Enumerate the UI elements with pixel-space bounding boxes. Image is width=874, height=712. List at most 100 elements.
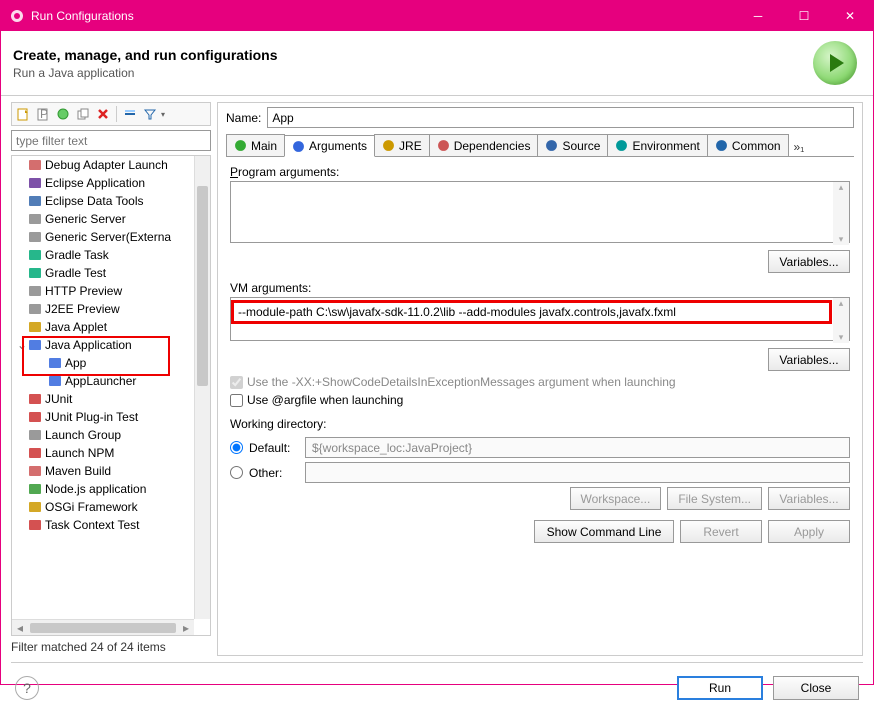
tree-item-label: JUnit	[45, 392, 72, 406]
tree-item-label: OSGi Framework	[45, 500, 138, 514]
scrollbar-icon[interactable]: ▴▾	[833, 182, 849, 245]
filter-input[interactable]	[11, 130, 211, 151]
tree-item-label: Launch Group	[45, 428, 121, 442]
tree-item-label: Generic Server	[45, 212, 126, 226]
tree-item-label: Node.js application	[45, 482, 146, 496]
export-icon[interactable]	[54, 105, 72, 123]
tree-item-label: JUnit Plug-in Test	[45, 410, 138, 424]
tree-item-label: Gradle Test	[45, 266, 106, 280]
duplicate-icon[interactable]	[74, 105, 92, 123]
run-banner-icon	[813, 41, 857, 85]
tab-source[interactable]: Source	[537, 134, 608, 156]
tree-item-label: Java Applet	[45, 320, 107, 334]
argfile-checkbox-row[interactable]: Use @argfile when launching	[230, 393, 850, 407]
wd-default-value	[305, 437, 850, 458]
close-button[interactable]: Close	[773, 676, 859, 700]
program-args-textarea[interactable]	[230, 181, 850, 243]
tree-item[interactable]: Generic Server(Externa	[12, 228, 194, 246]
tab-overflow[interactable]: »₁	[788, 138, 811, 156]
tab-label: Arguments	[309, 139, 367, 153]
config-tree[interactable]: Debug Adapter Launch Eclipse Application E…	[11, 155, 211, 636]
tab-label: JRE	[399, 139, 422, 153]
tree-item[interactable]: Task Context Test	[12, 516, 194, 534]
tab-arguments[interactable]: Arguments	[284, 135, 375, 157]
tree-item-label: Debug Adapter Launch	[45, 158, 168, 172]
wd-other-radio[interactable]	[230, 466, 243, 479]
new-config-icon[interactable]	[14, 105, 32, 123]
tree-item[interactable]: Gradle Test	[12, 264, 194, 282]
tab-common[interactable]: Common	[707, 134, 789, 156]
tab-environment[interactable]: Environment	[607, 134, 707, 156]
run-button[interactable]: Run	[677, 676, 763, 700]
tree-item-label: Eclipse Application	[45, 176, 145, 190]
tab-dependencies[interactable]: Dependencies	[429, 134, 539, 156]
tree-item[interactable]: AppLauncher	[12, 372, 194, 390]
tree-item-label: HTTP Preview	[45, 284, 122, 298]
wd-other-value	[305, 462, 850, 483]
filter-status: Filter matched 24 of 24 items	[11, 636, 211, 656]
workspace-button: Workspace...	[570, 487, 662, 510]
eclipse-icon	[9, 8, 25, 24]
tree-item[interactable]: Eclipse Application	[12, 174, 194, 192]
name-input[interactable]	[267, 107, 854, 128]
new-proto-icon[interactable]: P	[34, 105, 52, 123]
tree-item[interactable]: HTTP Preview	[12, 282, 194, 300]
tab-label: Source	[562, 139, 600, 153]
tree-item[interactable]: Eclipse Data Tools	[12, 192, 194, 210]
xx-checkbox-row: Use the -XX:+ShowCodeDetailsInExceptionM…	[230, 375, 850, 389]
dialog-header: Create, manage, and run configurations R…	[1, 31, 873, 96]
tab-main[interactable]: Main	[226, 134, 285, 156]
delete-icon[interactable]	[94, 105, 112, 123]
tree-item-label: Launch NPM	[45, 446, 114, 460]
tree-item[interactable]: ⌄Java Application	[12, 336, 194, 354]
tree-scrollbar-horizontal[interactable]: ◂▸	[12, 619, 194, 635]
tree-item[interactable]: Node.js application	[12, 480, 194, 498]
tree-item[interactable]: Maven Build	[12, 462, 194, 480]
tree-scrollbar-vertical[interactable]	[194, 156, 210, 619]
vm-args-highlight: --module-path C:\sw\javafx-sdk-11.0.2\li…	[231, 300, 832, 324]
wd-other-label: Other:	[249, 466, 299, 480]
tab-label: Main	[251, 139, 277, 153]
header-title: Create, manage, and run configurations	[13, 47, 813, 63]
scrollbar-icon[interactable]: ▴▾	[833, 298, 849, 343]
maximize-button[interactable]: ☐	[781, 1, 827, 31]
tree-item[interactable]: JUnit	[12, 390, 194, 408]
sidebar-toolbar: P ▾	[11, 102, 211, 126]
tree-item-label: Gradle Task	[45, 248, 109, 262]
filter-icon[interactable]	[141, 105, 159, 123]
vm-args-label: VM arguments:	[230, 281, 850, 295]
help-icon[interactable]: ?	[15, 676, 39, 700]
name-label: Name:	[226, 111, 261, 125]
window-close-button[interactable]: ✕	[827, 1, 873, 31]
apply-button: Apply	[768, 520, 850, 543]
tree-item[interactable]: JUnit Plug-in Test	[12, 408, 194, 426]
tree-item[interactable]: Generic Server	[12, 210, 194, 228]
tree-item[interactable]: OSGi Framework	[12, 498, 194, 516]
tree-item-label: Java Application	[45, 338, 132, 352]
tree-item-label: AppLauncher	[65, 374, 136, 388]
show-cmdline-button[interactable]: Show Command Line	[534, 520, 674, 543]
wd-default-radio[interactable]	[230, 441, 243, 454]
tree-item[interactable]: J2EE Preview	[12, 300, 194, 318]
filter-box	[11, 130, 211, 151]
svg-text:P: P	[40, 107, 48, 121]
tree-item[interactable]: Java Applet	[12, 318, 194, 336]
vm-args-value: --module-path C:\sw\javafx-sdk-11.0.2\li…	[238, 305, 676, 319]
tree-item[interactable]: Gradle Task	[12, 246, 194, 264]
tree-item[interactable]: Launch NPM	[12, 444, 194, 462]
tree-item-label: Task Context Test	[45, 518, 140, 532]
filesystem-button: File System...	[667, 487, 762, 510]
tree-item[interactable]: Debug Adapter Launch	[12, 156, 194, 174]
tab-label: Common	[732, 139, 781, 153]
tab-label: Dependencies	[454, 139, 531, 153]
tree-item-label: App	[65, 356, 86, 370]
tree-item[interactable]: Launch Group	[12, 426, 194, 444]
working-dir-label: Working directory:	[230, 417, 850, 431]
prog-variables-button[interactable]: Variables...	[768, 250, 850, 273]
collapse-icon[interactable]	[121, 105, 139, 123]
tree-item[interactable]: App	[12, 354, 194, 372]
tab-jre[interactable]: JRE	[374, 134, 430, 156]
argfile-checkbox[interactable]	[230, 394, 243, 407]
vm-variables-button[interactable]: Variables...	[768, 348, 850, 371]
minimize-button[interactable]: ─	[735, 1, 781, 31]
